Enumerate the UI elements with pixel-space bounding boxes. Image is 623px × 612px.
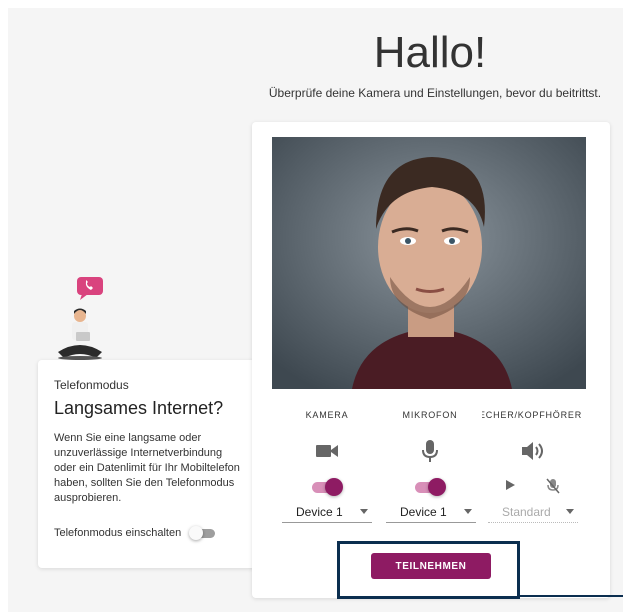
camera-label: KAMERA <box>305 410 349 420</box>
phone-mode-heading: Langsames Internet? <box>54 398 224 418</box>
phone-mode-toggle[interactable] <box>189 526 216 540</box>
phone-mode-overline: Telefonmodus <box>54 378 129 392</box>
microphone-icon <box>380 438 480 464</box>
toggle-thumb <box>325 478 343 496</box>
toggle-thumb <box>428 478 446 496</box>
camera-preview <box>272 137 586 389</box>
microphone-select[interactable]: Device 1 <box>386 501 476 523</box>
phone-mode-toggle-label: Telefonmodus einschalten <box>54 527 182 539</box>
microphone-column: MIKROFON <box>380 410 480 496</box>
page-title: Hallo! <box>373 28 487 77</box>
play-icon[interactable] <box>504 478 516 492</box>
highlight-line <box>520 595 623 597</box>
chevron-down-icon <box>464 509 472 514</box>
speaker-select-value: Standard <box>502 504 551 519</box>
camera-toggle[interactable] <box>312 478 343 496</box>
speaker-label: LAUTSPRECHER/KOPFHÖRER <box>482 410 582 420</box>
microphone-toggle[interactable] <box>415 478 446 496</box>
person-with-laptop-illustration <box>58 308 102 360</box>
speaker-column: LAUTSPRECHER/KOPFHÖRER <box>482 410 582 494</box>
speaker-select: Standard <box>488 501 578 523</box>
chevron-down-icon <box>360 509 368 514</box>
chevron-down-icon <box>566 509 574 514</box>
camera-column: KAMERA <box>277 410 377 496</box>
phone-mode-toggle-row: Telefonmodus einschalten <box>54 526 242 540</box>
mute-mic-icon[interactable] <box>546 478 560 494</box>
phone-call-icon <box>77 277 103 300</box>
phone-mode-card: Telefonmodus Langsames Internet? Wenn Si… <box>38 360 258 568</box>
video-camera-icon <box>277 438 377 464</box>
phone-mode-description: Wenn Sie eine langsame oder unzuverlässi… <box>54 432 240 504</box>
speaker-icon <box>482 438 582 464</box>
camera-select-value: Device 1 <box>296 504 343 519</box>
page-subtitle: Überprüfe deine Kamera und Einstellungen… <box>268 86 602 100</box>
microphone-select-value: Device 1 <box>400 504 447 519</box>
highlight-box <box>337 541 520 599</box>
microphone-label: MIKROFON <box>402 410 458 420</box>
speaker-controls <box>482 478 582 494</box>
camera-select[interactable]: Device 1 <box>282 501 372 523</box>
